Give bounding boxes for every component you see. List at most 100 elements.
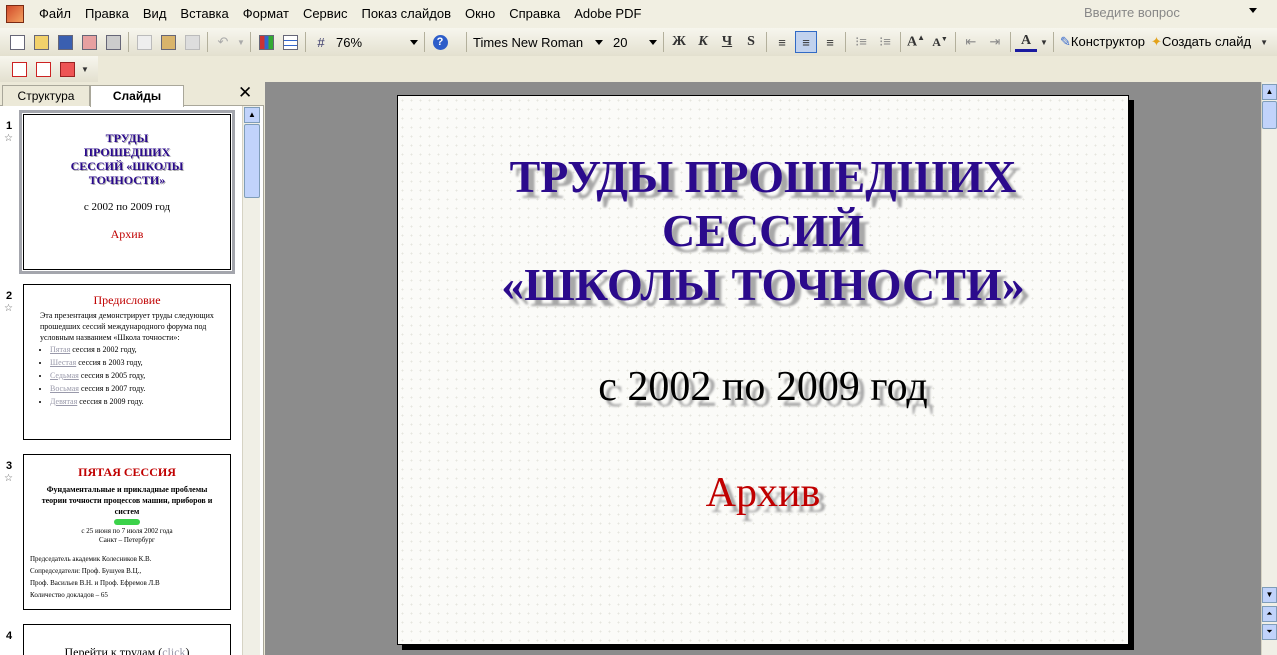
pdf-icon — [11, 61, 27, 77]
menu-edit[interactable]: Правка — [78, 0, 136, 28]
thumbnail-scrollbar[interactable]: ▲ — [242, 106, 260, 655]
toolbar-options-button[interactable]: ▼ — [80, 58, 90, 80]
save-button[interactable] — [54, 31, 76, 53]
thumb-link[interactable]: click — [162, 645, 185, 655]
chevron-up-icon: ▲ — [248, 110, 256, 119]
permission-icon — [81, 34, 97, 50]
toolbar-options-button[interactable]: ▼ — [1258, 31, 1270, 53]
new-slide-button[interactable]: ✦Создать слайд — [1148, 34, 1254, 50]
session-link[interactable]: Восьмая — [50, 384, 79, 393]
scroll-thumb[interactable] — [1262, 101, 1277, 129]
menu-help[interactable]: Справка — [502, 0, 567, 28]
tab-outline[interactable]: Структура — [2, 85, 90, 106]
scroll-down-button[interactable]: ▼ — [1262, 587, 1277, 603]
grid-button[interactable]: # — [310, 31, 332, 53]
powerpoint-icon[interactable] — [6, 5, 24, 23]
editor-scrollbar[interactable]: ▲ ▼ ⏶ ⏷ — [1261, 82, 1277, 655]
shadow-button[interactable]: S — [740, 31, 762, 53]
pdf-toolbar: ▼ — [0, 56, 98, 82]
menu-file[interactable]: Файл — [32, 0, 78, 28]
menu-window[interactable]: Окно — [458, 0, 502, 28]
separator — [955, 32, 956, 52]
thumb-details: Председатель академик Колесников К.В. Со… — [24, 545, 230, 601]
font-color-dropdown[interactable]: ▼ — [1039, 31, 1049, 53]
numbering-button[interactable]: ⁝≡ — [850, 31, 872, 53]
menu-format[interactable]: Формат — [236, 0, 296, 28]
chevron-down-icon: ▼ — [1265, 590, 1274, 599]
separator — [1053, 32, 1054, 52]
new-file-button[interactable] — [6, 31, 28, 53]
convert-and-review-button[interactable] — [56, 58, 78, 80]
convert-to-pdf-button[interactable] — [8, 58, 30, 80]
convert-and-email-button[interactable] — [32, 58, 54, 80]
insert-chart-button[interactable] — [255, 31, 277, 53]
list-item-text: сессия в 2007 году. — [78, 384, 146, 393]
align-left-button[interactable]: ≡ — [771, 31, 793, 53]
slide-thumbnail-1[interactable]: ТРУДЫ ПРОШЕДШИХ СЕССИЙ «ШКОЛЫ ТОЧНОСТИ» … — [19, 110, 235, 274]
help-icon: ? — [432, 34, 448, 50]
detail-line: Проф. Васильев В.Н. и Проф. Ефремов Л.В — [30, 579, 160, 587]
slide-thumbnail-2[interactable]: Предисловие Эта презентация демонстрируе… — [23, 284, 231, 440]
open-button[interactable] — [30, 31, 52, 53]
paste-button[interactable] — [157, 31, 179, 53]
increase-indent-button[interactable]: ⇥ — [984, 31, 1006, 53]
chart-icon — [258, 34, 274, 50]
new-file-icon — [9, 34, 25, 50]
bold-button[interactable]: Ж — [668, 31, 690, 53]
separator — [900, 32, 901, 52]
menu-insert[interactable]: Вставка — [173, 0, 235, 28]
designer-icon: ✎ — [1060, 34, 1071, 49]
copy-button[interactable] — [133, 31, 155, 53]
session-link[interactable]: Шестая — [50, 358, 76, 367]
undo-button[interactable]: ↶ — [212, 31, 234, 53]
slide-subtitle[interactable]: с 2002 по 2009 год — [398, 362, 1128, 412]
previous-slide-button[interactable]: ⏶ — [1262, 606, 1277, 622]
slide-title[interactable]: ТРУДЫ ПРОШЕДШИХ СЕССИЙ «ШКОЛЫ ТОЧНОСТИ» — [398, 150, 1128, 312]
underline-button[interactable]: Ч — [716, 31, 738, 53]
slide-thumbnail-4[interactable]: Перейти к трудам (click) — [23, 624, 231, 655]
slide-archive-text[interactable]: Архив — [398, 468, 1128, 518]
permission-button[interactable] — [78, 31, 100, 53]
scroll-up-button[interactable]: ▲ — [1262, 84, 1277, 100]
next-slide-button[interactable]: ⏷ — [1262, 624, 1277, 640]
italic-button[interactable]: К — [692, 31, 714, 53]
pdf-review-icon — [59, 61, 75, 77]
font-name-select[interactable]: Times New Roman — [470, 32, 606, 53]
question-dropdown-icon[interactable] — [1249, 8, 1257, 13]
print-button[interactable] — [102, 31, 124, 53]
slide-thumbnail-3[interactable]: ПЯТАЯ СЕССИЯ Фундаментальные и прикладны… — [23, 454, 231, 610]
decrease-font-button[interactable]: A▼ — [929, 31, 951, 53]
align-right-button[interactable]: ≡ — [819, 31, 841, 53]
current-slide[interactable]: ТРУДЫ ПРОШЕДШИХ СЕССИЙ «ШКОЛЫ ТОЧНОСТИ» … — [397, 95, 1129, 645]
help-button[interactable]: ? — [429, 31, 451, 53]
scroll-up-button[interactable]: ▲ — [244, 107, 260, 123]
designer-button[interactable]: ✎Конструктор — [1057, 34, 1148, 50]
thumb-body: Эта презентация демонстрирует труды след… — [40, 311, 214, 342]
tab-slides[interactable]: Слайды — [90, 85, 184, 107]
font-size-select[interactable]: 20 — [610, 32, 660, 53]
undo-dropdown[interactable]: ▼ — [236, 31, 246, 53]
decrease-indent-button[interactable]: ⇤ — [960, 31, 982, 53]
increase-font-button[interactable]: A▲ — [905, 31, 927, 53]
session-link[interactable]: Пятая — [50, 345, 70, 354]
menu-view[interactable]: Вид — [136, 0, 174, 28]
session-link[interactable]: Седьмая — [50, 371, 79, 380]
ask-question-input[interactable]: Введите вопрос — [1084, 5, 1254, 23]
menu-tools[interactable]: Сервис — [296, 0, 355, 28]
scroll-thumb[interactable] — [244, 124, 260, 198]
bullets-button[interactable]: ⁝≡ — [874, 31, 896, 53]
align-center-button[interactable]: ≡ — [795, 31, 817, 53]
close-icon[interactable]: ✕ — [238, 83, 252, 103]
brush-icon — [184, 34, 200, 50]
slide-number: 1 — [6, 120, 13, 132]
font-color-button[interactable]: A — [1015, 32, 1037, 52]
menu-slideshow[interactable]: Показ слайдов — [354, 0, 458, 28]
chevron-down-icon: ▼ — [1260, 37, 1269, 47]
zoom-select[interactable]: 76% — [333, 32, 421, 53]
insert-table-button[interactable] — [279, 31, 301, 53]
format-painter-button[interactable] — [181, 31, 203, 53]
menu-adobe-pdf[interactable]: Adobe PDF — [567, 0, 648, 28]
new-slide-icon: ✦ — [1151, 34, 1162, 49]
session-link[interactable]: Девятая — [50, 397, 77, 406]
list-item-text: сессия в 2003 году, — [76, 358, 143, 367]
